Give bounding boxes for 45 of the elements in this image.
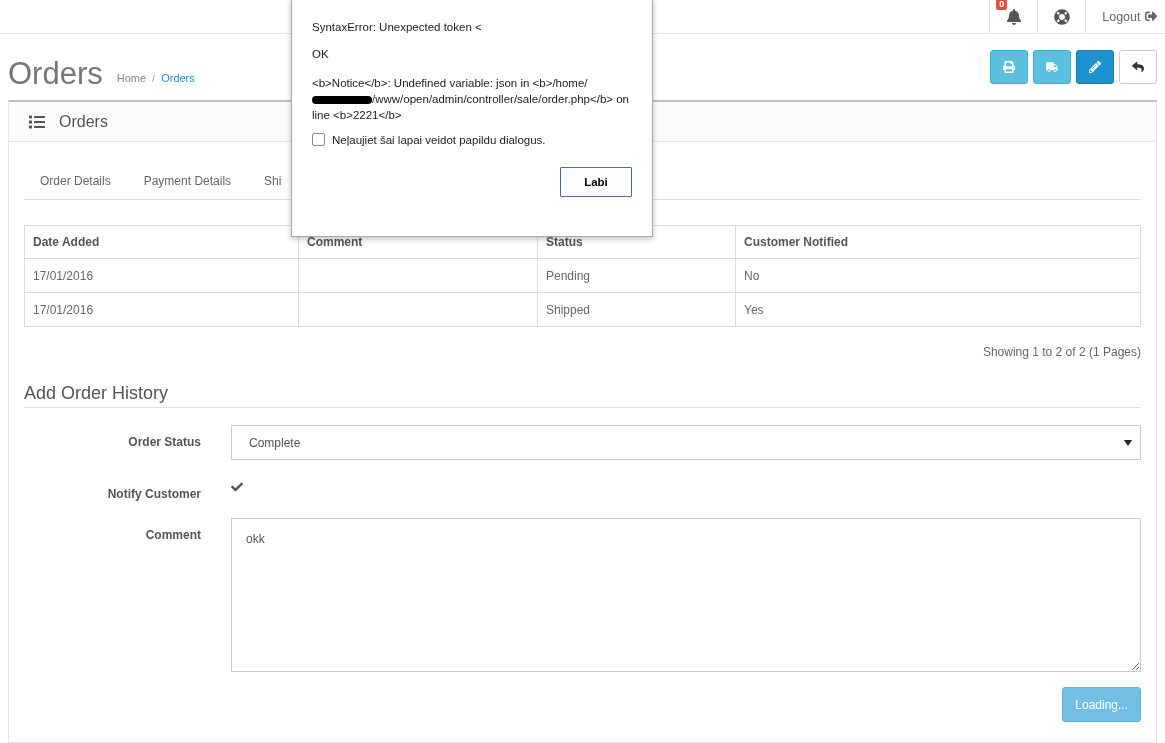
back-button[interactable] — [1119, 50, 1157, 84]
column-header: Customer Notified — [735, 225, 1141, 259]
truck-icon — [1046, 61, 1058, 73]
suppress-checkbox[interactable] — [312, 133, 325, 146]
logout-link[interactable]: Logout — [1085, 0, 1165, 33]
field-label: Comment — [144, 527, 201, 542]
print-button[interactable] — [990, 50, 1028, 84]
table-cell: Pending — [537, 258, 736, 293]
table-cell: Shipped — [537, 292, 736, 327]
printer-icon — [1003, 61, 1015, 73]
table-cell: 17/01/2016 — [24, 258, 299, 293]
reply-icon — [1132, 61, 1144, 73]
comment-field[interactable]: okk — [231, 518, 1141, 672]
order-status-select[interactable]: Complete — [231, 425, 1141, 460]
tab[interactable]: Order Details — [24, 162, 128, 199]
breadcrumb-separator: / — [152, 72, 156, 84]
breadcrumb-link[interactable]: Home — [116, 72, 147, 84]
pencil-icon — [1089, 61, 1101, 73]
panel-title: Orders — [59, 112, 108, 131]
redaction-mark — [312, 95, 372, 104]
life-ring-icon — [1053, 8, 1070, 25]
table-cell: 17/01/2016 — [24, 292, 299, 327]
list-icon — [29, 113, 45, 130]
page-title: Orders — [8, 56, 103, 92]
table-cell: Yes — [735, 292, 1141, 327]
dialog-message: <b>Notice</b>: Undefined variable: json in <b>/home/ /www/open/admin/controller/sale/order.php</b> on line <b>2221</b> — [312, 76, 630, 123]
edit-button[interactable] — [1076, 50, 1114, 84]
breadcrumb-link[interactable]: Orders — [161, 72, 195, 84]
notifications-button[interactable]: 0 — [989, 0, 1038, 33]
sign-out-icon — [1144, 10, 1157, 23]
dialog-message: OK — [312, 48, 330, 60]
shipping-button[interactable] — [1033, 50, 1071, 84]
caret-icon — [1124, 439, 1132, 446]
table-cell: No — [735, 258, 1141, 293]
bell-icon — [1005, 8, 1022, 25]
ok-button[interactable]: Labi — [560, 167, 632, 197]
pagination-text: Showing 1 to 2 of 2 (1 Pages) — [981, 344, 1141, 359]
section-title: Add Order History — [24, 383, 1141, 408]
dialog-message: SyntaxError: Unexpected token < — [312, 21, 483, 33]
notification-badge: 0 — [996, 0, 1008, 10]
column-header: Date Added — [24, 225, 299, 259]
tab[interactable]: Payment Details — [127, 162, 249, 199]
field-label: Order Status — [127, 434, 201, 449]
checkbox-label: Neļaujiet šai lapai veidot papildu dialogus. — [332, 133, 546, 146]
field-label: Notify Customer — [106, 486, 201, 501]
